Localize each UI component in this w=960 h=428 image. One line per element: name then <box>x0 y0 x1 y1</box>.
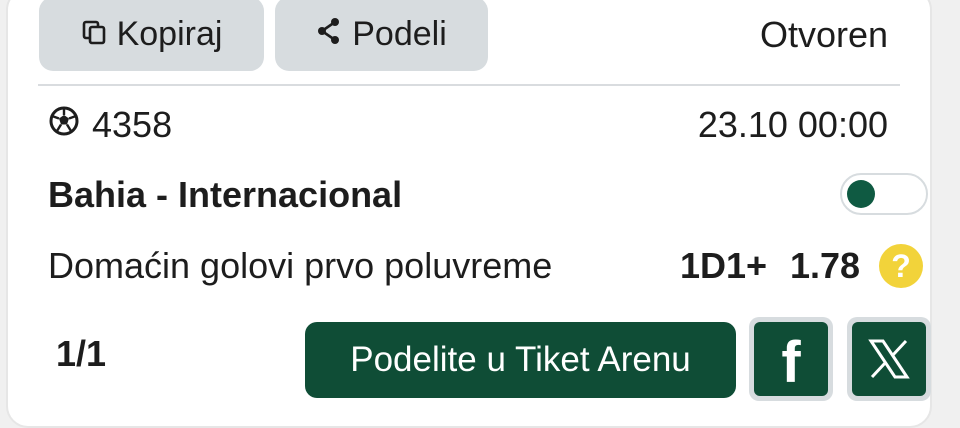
match-toggle[interactable] <box>840 173 928 215</box>
pick-code: 1D1+ <box>680 245 768 286</box>
share-label: Podeli <box>352 14 447 53</box>
copy-button[interactable]: Kopiraj <box>39 0 264 71</box>
share-button[interactable]: Podeli <box>275 0 488 71</box>
facebook-share-button[interactable]: f <box>749 317 833 401</box>
ticket-status: Otvoren <box>759 14 888 55</box>
share-to-arena-button[interactable]: Podelite u Tiket Arenu <box>305 322 736 398</box>
event-datetime: 23.10 00:00 <box>697 104 888 145</box>
ticket-pager: 1/1 <box>56 333 107 374</box>
copy-label: Kopiraj <box>116 14 223 53</box>
help-icon[interactable]: ? <box>879 244 923 288</box>
soccer-ball-icon <box>48 104 92 146</box>
share-icon <box>316 15 352 54</box>
divider <box>38 84 900 86</box>
ticket-card: Kopiraj Podeli Otvoren 4358 23.10 00:00 … <box>6 0 932 428</box>
odds-value: 1.78 <box>790 245 861 286</box>
toggle-knob <box>847 180 875 208</box>
facebook-glyph: f <box>781 330 801 395</box>
market-name: Domaćin golovi prvo poluvreme <box>48 245 553 286</box>
event-row: 4358 <box>48 104 172 146</box>
event-id: 4358 <box>92 104 173 145</box>
facebook-icon: f <box>754 322 828 396</box>
copy-icon <box>81 15 117 54</box>
x-share-button[interactable] <box>847 317 931 401</box>
match-name: Bahia - Internacional <box>48 174 403 215</box>
x-icon <box>852 322 926 396</box>
